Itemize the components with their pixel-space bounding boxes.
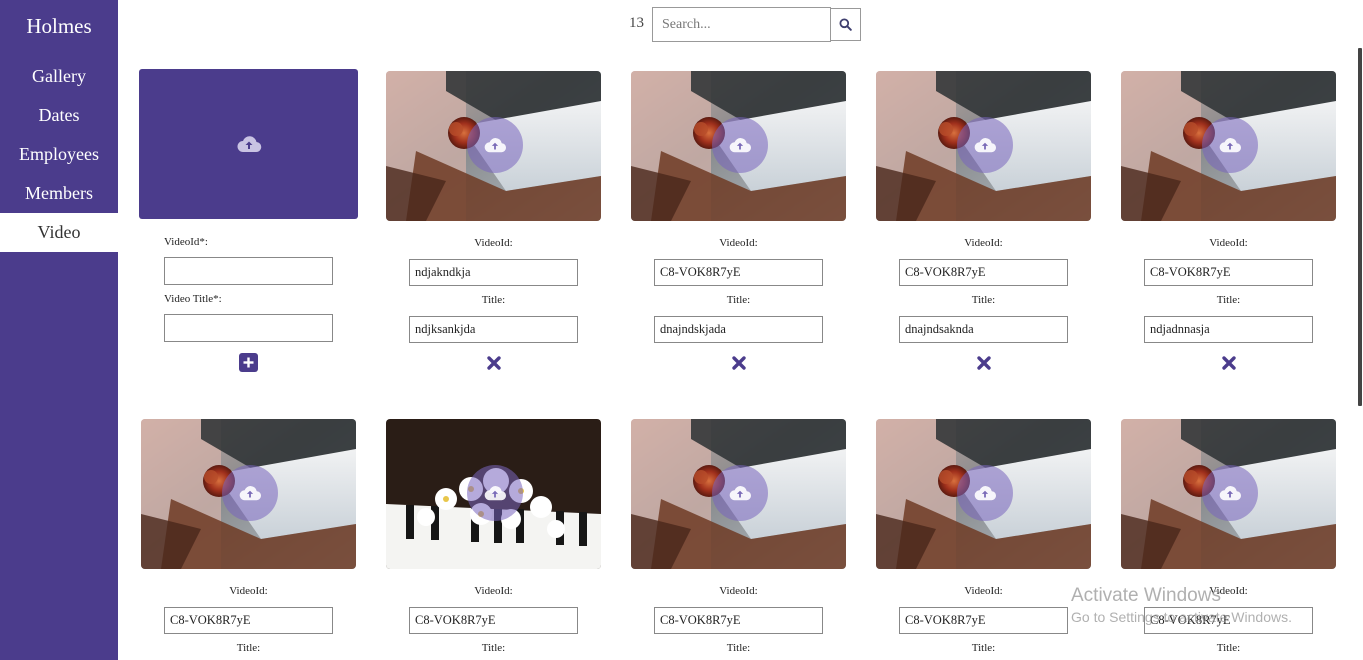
close-icon bbox=[976, 355, 992, 371]
title-label: Title: bbox=[971, 642, 996, 654]
video-card: VideoId: Title: bbox=[876, 419, 1091, 658]
video-id-input[interactable] bbox=[409, 607, 578, 634]
video-id-input[interactable] bbox=[899, 607, 1068, 634]
sidebar-nav: Gallery Dates Employees Members Video bbox=[0, 57, 118, 252]
search-input[interactable] bbox=[652, 7, 831, 42]
close-icon bbox=[1221, 355, 1237, 371]
video-id-label: VideoId: bbox=[474, 237, 513, 249]
video-card: VideoId: Title: bbox=[876, 71, 1091, 371]
title-input[interactable] bbox=[1144, 316, 1313, 343]
change-thumbnail-button[interactable] bbox=[957, 465, 1013, 521]
video-id-label: VideoId: bbox=[719, 585, 758, 597]
delete-video-button[interactable] bbox=[386, 355, 601, 371]
cloud-upload-icon bbox=[1218, 484, 1242, 502]
title-input[interactable] bbox=[409, 316, 578, 343]
video-thumbnail bbox=[631, 71, 846, 221]
cloud-upload-icon bbox=[237, 136, 261, 153]
close-icon bbox=[486, 355, 502, 371]
video-id-label: VideoId: bbox=[229, 585, 268, 597]
delete-video-button[interactable] bbox=[1121, 355, 1336, 371]
change-thumbnail-button[interactable] bbox=[467, 117, 523, 173]
video-thumbnail bbox=[876, 71, 1091, 221]
video-id-label: VideoId: bbox=[719, 237, 758, 249]
cloud-upload-icon bbox=[1218, 136, 1242, 154]
title-label: Title: bbox=[726, 294, 751, 306]
title-label: Title: bbox=[1216, 294, 1241, 306]
search-button[interactable] bbox=[830, 8, 861, 41]
title-label: Title: bbox=[481, 642, 506, 654]
video-id-input[interactable] bbox=[654, 259, 823, 286]
sidebar-item-video[interactable]: Video bbox=[0, 213, 118, 252]
video-card: VideoId: Title: bbox=[631, 71, 846, 371]
cloud-upload-icon bbox=[728, 484, 752, 502]
video-card: VideoId: Title: bbox=[386, 419, 601, 658]
add-video-button[interactable] bbox=[239, 353, 258, 372]
title-label: Title: bbox=[971, 294, 996, 306]
title-label: Title: bbox=[1216, 642, 1241, 654]
new-video-id-label: VideoId*: bbox=[164, 236, 208, 248]
video-id-input[interactable] bbox=[654, 607, 823, 634]
video-thumbnail bbox=[631, 419, 846, 569]
new-video-title-label: Video Title*: bbox=[164, 293, 222, 305]
sidebar-item-dates[interactable]: Dates bbox=[0, 96, 118, 135]
video-card: VideoId: Title: bbox=[141, 419, 356, 658]
brand-title[interactable]: Holmes bbox=[0, 14, 118, 39]
cloud-upload-icon bbox=[238, 484, 262, 502]
sidebar-item-gallery[interactable]: Gallery bbox=[0, 57, 118, 96]
close-icon bbox=[731, 355, 747, 371]
video-id-label: VideoId: bbox=[964, 237, 1003, 249]
cloud-upload-icon bbox=[973, 136, 997, 154]
change-thumbnail-button[interactable] bbox=[1202, 465, 1258, 521]
title-label: Title: bbox=[236, 642, 261, 654]
sidebar: Holmes Gallery Dates Employees Members V… bbox=[0, 0, 118, 660]
upload-thumbnail-area[interactable] bbox=[139, 69, 358, 219]
video-thumbnail bbox=[1121, 71, 1336, 221]
activation-watermark-text: Go to Settings to activate Windows. bbox=[1071, 609, 1292, 625]
title-input[interactable] bbox=[899, 316, 1068, 343]
activation-watermark-title: Activate Windows bbox=[1071, 585, 1221, 606]
new-video-id-input[interactable] bbox=[164, 257, 333, 285]
change-thumbnail-button[interactable] bbox=[222, 465, 278, 521]
change-thumbnail-button[interactable] bbox=[467, 465, 523, 521]
plus-icon bbox=[243, 357, 254, 368]
sidebar-item-employees[interactable]: Employees bbox=[0, 135, 118, 174]
video-id-input[interactable] bbox=[409, 259, 578, 286]
video-id-input[interactable] bbox=[164, 607, 333, 634]
title-label: Title: bbox=[481, 294, 506, 306]
video-thumbnail bbox=[1121, 419, 1336, 569]
search-icon bbox=[839, 18, 852, 31]
delete-video-button[interactable] bbox=[631, 355, 846, 371]
video-thumbnail bbox=[386, 419, 601, 569]
cloud-upload-icon bbox=[728, 136, 752, 154]
title-input[interactable] bbox=[654, 316, 823, 343]
video-card: VideoId: Title: bbox=[631, 419, 846, 658]
scrollbar-thumb[interactable] bbox=[1358, 48, 1362, 406]
video-id-label: VideoId: bbox=[474, 585, 513, 597]
change-thumbnail-button[interactable] bbox=[1202, 117, 1258, 173]
video-id-input[interactable] bbox=[1144, 259, 1313, 286]
new-video-title-input[interactable] bbox=[164, 314, 333, 342]
delete-video-button[interactable] bbox=[876, 355, 1091, 371]
cloud-upload-icon bbox=[483, 484, 507, 502]
change-thumbnail-button[interactable] bbox=[712, 465, 768, 521]
sidebar-item-members[interactable]: Members bbox=[0, 174, 118, 213]
video-card: VideoId: Title: bbox=[386, 71, 601, 371]
cloud-upload-icon bbox=[973, 484, 997, 502]
video-id-label: VideoId: bbox=[964, 585, 1003, 597]
video-count: 13 bbox=[629, 15, 644, 31]
title-label: Title: bbox=[726, 642, 751, 654]
video-thumbnail bbox=[386, 71, 601, 221]
video-thumbnail bbox=[141, 419, 356, 569]
change-thumbnail-button[interactable] bbox=[712, 117, 768, 173]
video-card: VideoId: Title: bbox=[1121, 71, 1336, 371]
cloud-upload-icon bbox=[483, 136, 507, 154]
change-thumbnail-button[interactable] bbox=[957, 117, 1013, 173]
video-id-input[interactable] bbox=[899, 259, 1068, 286]
video-id-label: VideoId: bbox=[1209, 237, 1248, 249]
video-thumbnail bbox=[876, 419, 1091, 569]
